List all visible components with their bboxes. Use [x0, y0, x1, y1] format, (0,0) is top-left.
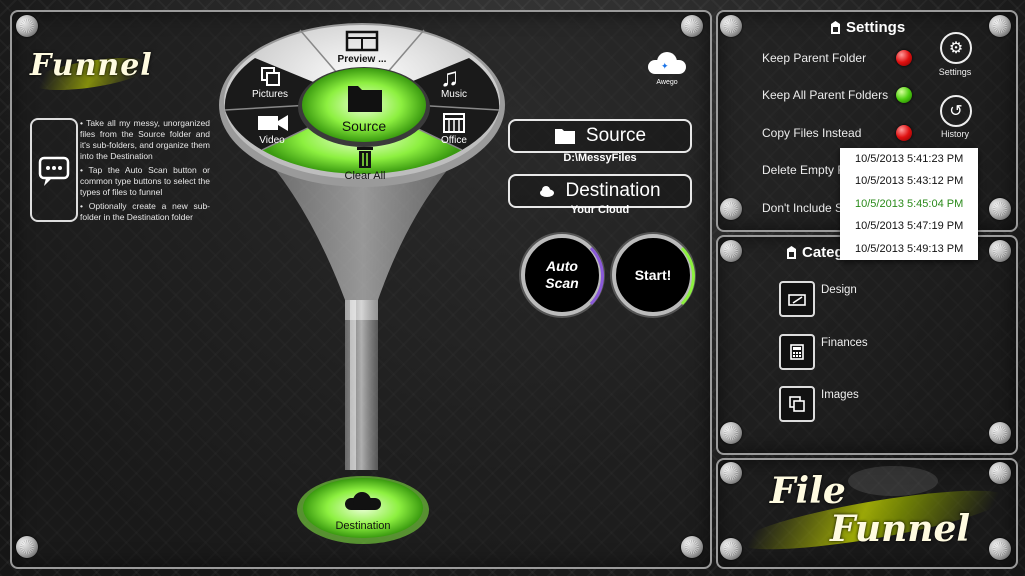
auto-scan-label: Auto Scan: [545, 258, 578, 292]
setting-keep-parent-folder: Keep Parent Folder: [762, 51, 867, 65]
settings-button[interactable]: ⚙: [940, 32, 972, 64]
dropbox-cloud-icon: ✦: [648, 52, 686, 74]
folder-icon: [348, 86, 382, 112]
categories-title: Categ: [802, 244, 844, 261]
office-label: Office: [441, 135, 467, 146]
preview-label: Preview ...: [337, 54, 387, 65]
source-button[interactable]: Source: [508, 119, 692, 153]
screw: [720, 462, 742, 484]
start-button[interactable]: Start!: [612, 234, 694, 316]
trash-icon: [357, 147, 373, 168]
design-icon: [788, 294, 806, 306]
folder-icon: [554, 129, 575, 144]
screw: [720, 198, 742, 220]
settings-header: Settings: [830, 19, 905, 36]
history-entry-selected[interactable]: 10/5/2013 5:45:04 PM: [840, 193, 978, 215]
destination-path: Your Cloud: [570, 204, 630, 216]
source-label: Source: [341, 118, 387, 134]
calculator-icon: [790, 344, 804, 360]
history-entry[interactable]: 10/5/2013 5:49:13 PM: [840, 238, 978, 260]
screw: [989, 422, 1011, 444]
category-finances-button[interactable]: [779, 334, 815, 370]
video-label: Video: [259, 135, 285, 146]
settings-title: Settings: [846, 19, 906, 36]
auto-scan-label-line2: Scan: [545, 275, 579, 291]
category-images-button[interactable]: [779, 386, 815, 422]
auto-scan-button[interactable]: Auto Scan: [521, 234, 603, 316]
start-label: Start!: [634, 267, 672, 283]
clear-all-segment[interactable]: Clear All: [330, 144, 400, 184]
history-button-label: History: [940, 129, 969, 139]
categories-header: Categ: [786, 244, 844, 261]
category-finances-label: Finances: [821, 337, 868, 349]
screw: [720, 240, 742, 262]
pictures-segment[interactable]: Pictures: [240, 66, 300, 106]
clear-all-label: Clear All: [344, 170, 386, 182]
destination-button-label: Destination: [565, 180, 661, 201]
setting-copy-files-instead: Copy Files Instead: [762, 126, 862, 140]
category-design-label: Design: [821, 284, 857, 296]
cloud-icon: [540, 186, 555, 197]
history-icon: ↺: [949, 103, 963, 120]
settings-button-label: Settings: [938, 67, 972, 77]
screw: [989, 462, 1011, 484]
preview-icon: [345, 30, 379, 52]
source-path: D:\MessyFiles: [563, 152, 637, 164]
cloud-provider[interactable]: ✦ Awego: [644, 48, 690, 90]
screw: [720, 15, 742, 37]
history-entry[interactable]: 10/5/2013 5:47:19 PM: [840, 215, 978, 237]
office-grid-icon: [443, 113, 465, 133]
video-segment[interactable]: Video: [242, 112, 302, 152]
history-button[interactable]: ↺: [940, 95, 972, 127]
cloud-provider-label: Awego: [656, 79, 678, 86]
tag-icon: [831, 21, 840, 34]
music-segment[interactable]: ♫ Music: [424, 62, 484, 104]
pictures-icon: [261, 67, 280, 86]
brand-line1: File: [770, 470, 846, 512]
screw: [720, 538, 742, 560]
images-icon: [789, 396, 805, 412]
preview-segment[interactable]: Preview ...: [326, 30, 398, 72]
office-segment[interactable]: Office: [424, 112, 484, 152]
setting-keep-all-parent-folders: Keep All Parent Folders: [762, 88, 889, 102]
screw: [989, 240, 1011, 262]
screw: [989, 538, 1011, 560]
screw: [989, 15, 1011, 37]
brand-line2: Funnel: [830, 508, 971, 550]
cloud-icon: [345, 492, 381, 510]
auto-scan-label-line1: Auto: [546, 258, 578, 274]
music-label: Music: [440, 89, 468, 100]
history-entry[interactable]: 10/5/2013 5:41:23 PM: [840, 148, 978, 170]
keep-parent-folder-toggle[interactable]: [896, 50, 912, 66]
screw: [720, 422, 742, 444]
gear-icon: ⚙: [948, 40, 964, 57]
tag-icon: [787, 246, 796, 259]
screw: [989, 198, 1011, 220]
destination-label: Destination: [335, 520, 391, 532]
keep-all-parent-folders-toggle[interactable]: [896, 87, 912, 103]
video-camera-icon: [258, 115, 288, 131]
history-dropdown: 10/5/2013 5:41:23 PM 10/5/2013 5:43:12 P…: [840, 148, 978, 260]
setting-dont-include-subfolders: Don't Include Su: [762, 201, 850, 215]
history-entry[interactable]: 10/5/2013 5:43:12 PM: [840, 170, 978, 192]
brand-funnel-graphic: [848, 466, 938, 496]
category-images-label: Images: [821, 389, 859, 401]
source-button-label: Source: [585, 125, 647, 146]
setting-delete-empty-folders: Delete Empty Fo: [762, 163, 852, 177]
source-segment[interactable]: Source: [324, 80, 404, 136]
copy-files-instead-toggle[interactable]: [896, 125, 912, 141]
pictures-label: Pictures: [251, 89, 289, 100]
category-design-button[interactable]: [779, 281, 815, 317]
destination-button[interactable]: Destination: [508, 174, 692, 208]
funnel-destination-button[interactable]: Destination: [303, 484, 423, 536]
